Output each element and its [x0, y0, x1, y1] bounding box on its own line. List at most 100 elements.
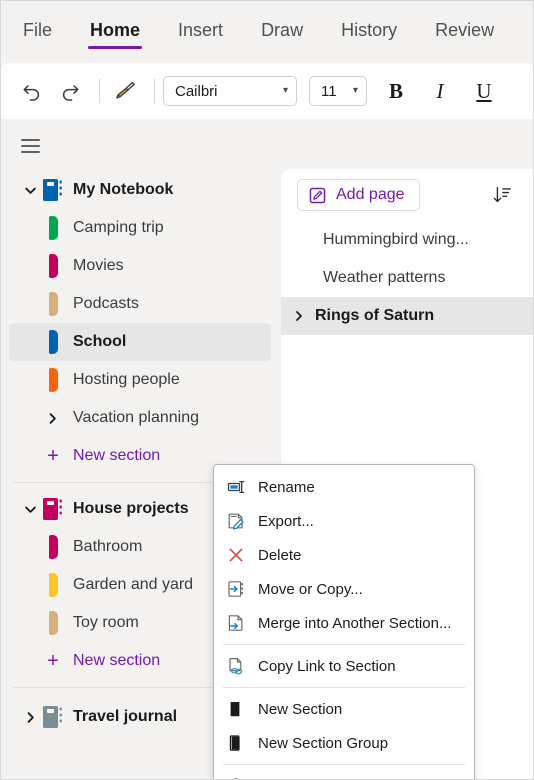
context-menu-item-password-protect-this-section[interactable]: Password Protect This Section — [214, 769, 474, 779]
sort-descending-icon — [493, 186, 511, 203]
page-label: Rings of Saturn — [315, 307, 435, 324]
font-size-select[interactable]: 11 ▾ — [309, 76, 367, 106]
page-list-item[interactable]: Hummingbird wing... — [281, 221, 533, 259]
section-color-swatch — [48, 611, 58, 635]
section-color-swatch — [48, 368, 58, 392]
section-item-school[interactable]: School — [9, 323, 271, 361]
chevron-down-icon[interactable] — [19, 184, 41, 197]
hamburger-menu-icon[interactable] — [13, 131, 47, 161]
new-section-group-icon — [224, 733, 248, 753]
section-label: Movies — [73, 257, 124, 274]
onenote-window: File Home Insert Draw History Review Cai… — [0, 0, 534, 780]
chevron-down-icon[interactable] — [19, 503, 41, 516]
move-or-copy-icon — [224, 579, 248, 599]
ribbon-tab-insert[interactable]: Insert — [172, 14, 229, 51]
chevron-right-icon[interactable] — [41, 412, 63, 425]
chevron-down-icon: ▾ — [352, 85, 358, 96]
context-menu-item-new-section-group[interactable]: New Section Group — [214, 726, 474, 760]
toolbar-divider-2 — [154, 79, 155, 103]
section-color-swatch-wrap — [41, 611, 65, 635]
underline-button[interactable]: U — [467, 74, 501, 108]
context-menu-separator — [223, 764, 465, 765]
hamburger-line — [20, 139, 40, 141]
hamburger-line — [20, 151, 40, 153]
section-color-swatch-wrap — [41, 216, 65, 240]
format-painter-button[interactable] — [108, 74, 142, 108]
notebook-item-my-notebook[interactable]: My Notebook — [9, 171, 271, 209]
chevron-right-icon[interactable] — [19, 711, 41, 724]
bold-button[interactable]: B — [379, 74, 413, 108]
plus-icon: + — [47, 650, 59, 672]
section-item-podcasts[interactable]: Podcasts — [9, 285, 271, 323]
section-label: Podcasts — [73, 295, 139, 312]
toolbar-divider-1 — [99, 79, 100, 103]
context-menu-label: Export... — [258, 512, 314, 530]
chevron-right-icon — [296, 311, 302, 321]
context-menu-label: Move or Copy... — [258, 580, 363, 598]
section-color-swatch — [48, 330, 58, 354]
export-icon — [224, 511, 248, 531]
page-list-item[interactable]: Weather patterns — [281, 259, 533, 297]
section-label: School — [73, 333, 127, 350]
notebook-label: House projects — [73, 500, 189, 517]
section-item-camping-trip[interactable]: Camping trip — [9, 209, 271, 247]
section-item-movies[interactable]: Movies — [9, 247, 271, 285]
section-group-label: Vacation planning — [73, 409, 200, 426]
notebook-label: Travel journal — [73, 708, 178, 725]
context-menu-label: Merge into Another Section... — [258, 614, 452, 632]
notebook-icon — [41, 177, 65, 203]
page-expand-chevron[interactable] — [289, 310, 309, 322]
new-section-label: New section — [73, 447, 161, 464]
section-color-swatch-wrap — [41, 535, 65, 559]
ribbon-tab-bar: File Home Insert Draw History Review — [1, 1, 533, 63]
pages-toolbar: Add page — [281, 169, 533, 221]
notebook-label: My Notebook — [73, 181, 174, 198]
section-label: Camping trip — [73, 219, 164, 236]
section-item-hosting-people[interactable]: Hosting people — [9, 361, 271, 399]
section-label: Hosting people — [73, 371, 180, 388]
context-menu-label: New Section Group — [258, 734, 389, 752]
context-menu-item-new-section[interactable]: New Section — [214, 692, 474, 726]
context-menu-item-delete[interactable]: Delete — [214, 538, 474, 572]
context-menu-item-copy-link-to-section[interactable]: Copy Link to Section — [214, 649, 474, 683]
section-color-swatch-wrap — [41, 368, 65, 392]
undo-button[interactable] — [15, 74, 49, 108]
section-color-swatch-wrap — [41, 254, 65, 278]
ribbon-tab-file[interactable]: File — [17, 14, 58, 51]
context-menu-item-rename[interactable]: Rename — [214, 470, 474, 504]
ribbon-tab-home[interactable]: Home — [84, 14, 146, 51]
font-name-select[interactable]: Cailbri ▾ — [163, 76, 297, 106]
ribbon-tab-draw[interactable]: Draw — [255, 14, 309, 51]
add-page-label: Add page — [336, 186, 405, 203]
add-page-button[interactable]: Add page — [297, 179, 420, 211]
section-color-swatch — [48, 216, 58, 240]
ribbon-tab-review[interactable]: Review — [429, 14, 500, 51]
hamburger-line — [20, 145, 40, 147]
undo-icon — [23, 85, 40, 101]
page-label: Weather patterns — [323, 269, 446, 286]
context-menu-item-move-or-copy[interactable]: Move or Copy... — [214, 572, 474, 606]
context-menu-separator — [223, 644, 465, 645]
sort-pages-button[interactable] — [487, 180, 517, 210]
new-page-icon — [309, 187, 326, 203]
section-color-swatch — [48, 535, 58, 559]
section-group-item-vacation-planning[interactable]: Vacation planning — [9, 399, 271, 437]
section-color-swatch — [48, 573, 58, 597]
page-list-item[interactable]: Rings of Saturn — [281, 297, 533, 335]
new-section-label: New section — [73, 652, 161, 669]
copy-link-icon — [224, 656, 248, 676]
rename-icon — [224, 477, 248, 497]
font-size-value: 11 — [321, 82, 337, 100]
section-color-swatch — [48, 292, 58, 316]
section-label: Garden and yard — [73, 576, 194, 593]
section-color-swatch — [48, 254, 58, 278]
context-menu-item-merge-into-another-section[interactable]: Merge into Another Section... — [214, 606, 474, 640]
italic-button[interactable]: I — [423, 74, 457, 108]
merge-section-icon — [224, 613, 248, 633]
notebook-group-my-notebook: My Notebook Camping trip Movies Podcasts… — [1, 171, 279, 475]
context-menu-label: Rename — [258, 478, 315, 496]
context-menu-item-export[interactable]: Export... — [214, 504, 474, 538]
ribbon-tab-history[interactable]: History — [335, 14, 403, 51]
format-painter-icon — [116, 81, 135, 99]
redo-button[interactable] — [53, 74, 87, 108]
